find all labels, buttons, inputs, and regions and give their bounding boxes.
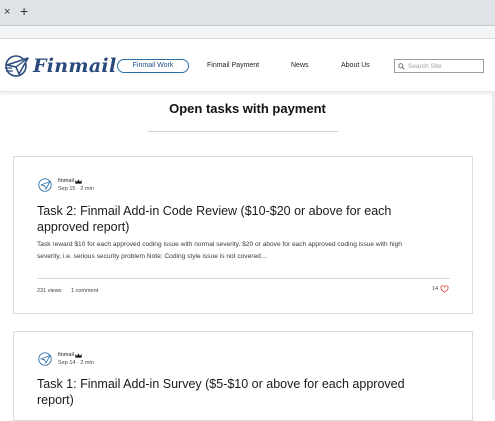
page-title: Open tasks with payment <box>169 101 326 116</box>
author-avatar[interactable] <box>38 352 52 366</box>
post-title[interactable]: Task 2: Finmail Add-in Code Review ($10-… <box>37 203 437 235</box>
browser-tab-strip: × + <box>0 0 495 26</box>
author-name[interactable]: finmail <box>58 178 74 184</box>
browser-address-bar[interactable] <box>0 26 495 39</box>
title-divider <box>148 131 338 132</box>
nav-item-finmail-payment[interactable]: Finmail Payment <box>207 62 259 69</box>
search-input[interactable]: Search Site <box>408 63 442 70</box>
search-box[interactable]: Search Site <box>394 59 484 73</box>
close-tab-button[interactable]: × <box>4 6 10 18</box>
nav-item-news[interactable]: News <box>291 62 309 69</box>
crown-icon <box>75 178 82 184</box>
views-count: 231 views <box>37 288 62 294</box>
author-name[interactable]: finmail <box>58 352 74 358</box>
post-card[interactable]: finmail Sep 15 · 2 min Task 2: Finmail A… <box>13 156 473 314</box>
card-divider <box>37 278 450 279</box>
post-date: Sep 14 <box>58 360 76 366</box>
author-avatar[interactable] <box>38 178 52 192</box>
post-card[interactable]: finmail Sep 14 · 2 min Task 1: Finmail A… <box>13 331 473 421</box>
nav-item-finmail-work[interactable]: Finmail Work <box>117 59 189 73</box>
post-excerpt: Task reward $10 for each approved coding… <box>37 241 402 260</box>
crown-icon <box>75 352 82 358</box>
search-icon <box>398 62 405 70</box>
site-header: Finmail Finmail Work Finmail Payment New… <box>0 40 495 92</box>
heart-icon[interactable] <box>440 285 449 293</box>
likes-count: 14 <box>432 286 439 292</box>
post-author: finmail Sep 14 · 2 min <box>38 352 94 366</box>
read-time: 2 min <box>80 360 94 366</box>
post-title[interactable]: Task 1: Finmail Add-in Survey ($5-$10 or… <box>37 376 437 408</box>
post-date: Sep 15 <box>58 186 76 192</box>
like-control[interactable]: 14 <box>432 285 449 293</box>
comments-count[interactable]: 1 comment <box>71 288 98 294</box>
nav-item-about-us[interactable]: About Us <box>341 62 370 69</box>
post-date-line: Sep 15 · 2 min <box>58 186 94 192</box>
new-tab-button[interactable]: + <box>20 3 28 19</box>
main-nav: Finmail Work Finmail Payment News About … <box>0 59 495 73</box>
post-stats: 231 views 1 comment <box>37 288 98 294</box>
post-date-line: Sep 14 · 2 min <box>58 360 94 366</box>
read-time: 2 min <box>80 186 94 192</box>
post-author: finmail Sep 15 · 2 min <box>38 178 94 192</box>
